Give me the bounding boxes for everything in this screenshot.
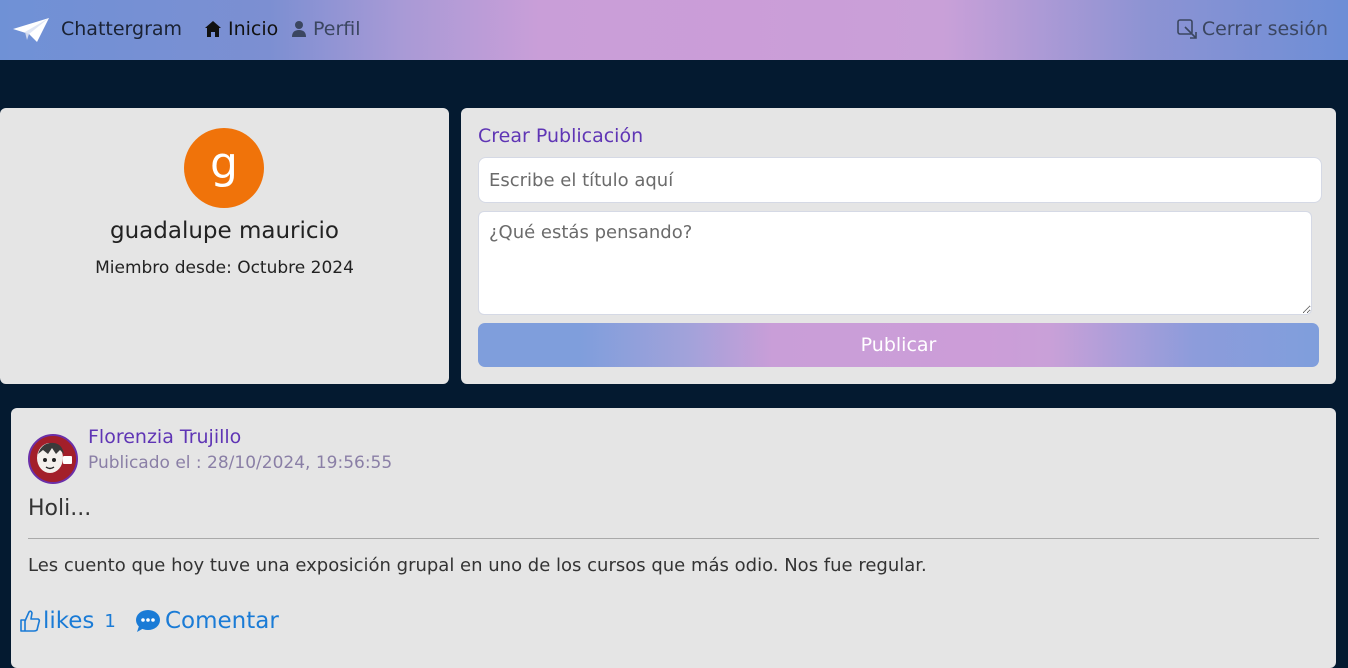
create-post-card: Crear Publicación Publicar [461,108,1336,384]
avatar-illustration-icon [30,436,76,482]
create-post-heading: Crear Publicación [478,125,644,147]
post-author-name[interactable]: Florenzia Trujillo [88,426,241,448]
nav-profile-link[interactable]: Perfil [291,18,361,40]
post-body: Les cuento que hoy tuve una exposición g… [28,555,927,576]
logout-link[interactable]: Cerrar sesión [1176,18,1328,40]
chat-bubble-icon [136,610,160,632]
navbar: Chattergram Inicio Perfil Cerrar sesión [0,0,1348,60]
nav-home-link[interactable]: Inicio [204,18,278,40]
comment-label: Comentar [165,608,279,634]
profile-name: guadalupe mauricio [109,218,340,244]
post-body-textarea[interactable] [478,211,1312,315]
post-card: Florenzia Trujillo Publicado el : 28/10/… [11,408,1336,668]
post-author-avatar[interactable] [28,434,78,484]
likes-label: likes [43,608,95,634]
publish-button[interactable]: Publicar [478,323,1319,367]
person-icon [292,21,306,37]
member-since: Miembro desde: Octubre 2024 [95,258,354,278]
thumbs-up-icon [20,610,41,632]
post-timestamp: Publicado el : 28/10/2024, 19:56:55 [88,453,393,473]
comment-button[interactable]: Comentar [135,608,279,634]
like-button[interactable]: likes 1 [19,608,116,634]
logout-icon [1177,19,1197,39]
paper-plane-icon[interactable] [12,17,50,43]
likes-count: 1 [104,610,116,632]
post-divider [28,538,1319,539]
logout-label: Cerrar sesión [1201,18,1328,40]
avatar[interactable]: g [184,128,264,208]
home-icon [205,21,221,37]
post-title-input[interactable] [478,157,1322,203]
nav-profile-label: Perfil [313,18,361,40]
profile-card: g guadalupe mauricio Miembro desde: Octu… [0,108,449,384]
nav-home-label: Inicio [228,18,279,40]
post-title: Holi... [28,496,92,521]
brand-name[interactable]: Chattergram [61,18,182,40]
